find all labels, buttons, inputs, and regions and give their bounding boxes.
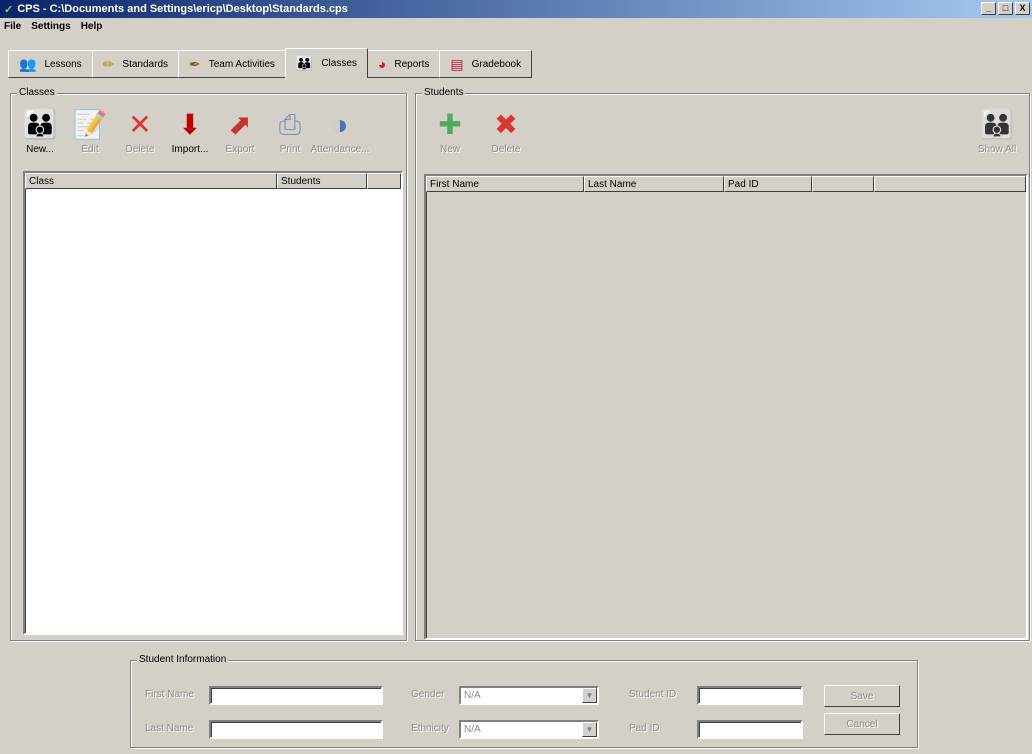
tab-lessons[interactable]: 👥 Lessons [8,50,93,78]
classes-group-label: Classes [17,87,57,98]
pencil-icon: ✏ [102,55,115,72]
last-name-field[interactable] [209,720,383,739]
student-id-label: Student ID [629,689,677,700]
new-class-icon: 👪 [22,109,58,140]
delete-x-icon: ✕ [128,109,152,140]
button-label: Export [225,144,255,155]
button-label: Delete [491,144,521,155]
column-header-empty [367,173,401,189]
tab-label: Classes [321,58,357,69]
app-icon: ✓ [4,3,14,16]
delete-class-button[interactable]: ✕ Delete [115,106,165,162]
classes-toolbar: 👪 New... 📝 Edit ✕ Delete ⬇ Import... ⬈ E… [15,106,370,162]
students-group-label: Students [422,87,466,98]
column-header-last-name[interactable]: Last Name [584,176,724,192]
ethnicity-label: Ethnicity [411,723,449,734]
students-list-header: First Name Last Name Pad ID [426,176,1026,192]
tab-label: Standards [122,58,169,70]
attendance-button[interactable]: ◑ Attendance... [311,106,370,162]
print-button[interactable]: ⎙ Print [265,106,315,162]
menu-settings[interactable]: Settings [31,21,70,32]
pad-id-label: Pad ID [629,723,660,734]
student-information-label: Student Information [137,654,229,665]
column-header-filler [874,176,1026,192]
minimize-button[interactable]: _ [981,2,996,15]
title-bar: ✓ CPS - C:\Documents and Settings\ericp\… [0,0,1032,18]
button-label: New... [26,144,54,155]
button-label: Print [279,144,301,155]
classes-list-header: Class Students [25,173,401,189]
menu-help[interactable]: Help [81,21,103,32]
tab-label: Team Activities [208,58,275,70]
first-name-field[interactable] [209,686,383,705]
gender-value: N/A [464,690,481,701]
new-class-button[interactable]: 👪 New... [15,106,65,162]
attendance-icon: ◑ [331,109,349,140]
student-id-field[interactable] [697,686,803,705]
tab-label: Gradebook [471,58,522,70]
edit-class-button[interactable]: 📝 Edit [65,106,115,162]
button-label: New [439,144,460,155]
export-icon: ⬈ [228,109,252,140]
gender-label: Gender [411,689,445,700]
menu-file[interactable]: File [4,21,21,32]
ethnicity-select[interactable]: N/A ▼ [459,720,599,739]
maximize-button[interactable]: □ [998,2,1013,15]
students-group: Students ✚ New ✖ Delete 👪 Show All First… [415,87,1030,641]
classes-group: Classes 👪 New... 📝 Edit ✕ Delete ⬇ Impor… [10,87,407,641]
column-header-pad-id[interactable]: Pad ID [724,176,812,192]
menu-bar: File Settings Help [0,18,1032,34]
tab-label: Lessons [44,58,82,70]
lessons-icon: 👥 [19,55,37,72]
gradebook-icon: ▤ [450,55,464,72]
import-icon: ⬇ [178,109,202,140]
window-controls: _ □ X [981,2,1030,15]
button-label: Attendance... [310,144,370,155]
tab-team-activities[interactable]: ✒ Team Activities [178,50,286,78]
button-label: Import... [171,144,209,155]
gender-select[interactable]: N/A ▼ [459,686,599,705]
students-toolbar: ✚ New ✖ Delete [422,106,534,162]
column-header-empty [812,176,874,192]
column-header-first-name[interactable]: First Name [426,176,584,192]
close-button[interactable]: X [1015,2,1030,15]
last-name-label: Last Name [145,723,194,734]
printer-icon: ⎙ [278,109,302,140]
chevron-down-icon[interactable]: ▼ [582,688,597,703]
new-student-icon: ✚ [438,109,462,140]
button-label: Edit [81,144,99,155]
edit-icon: 📝 [72,109,108,140]
column-header-students[interactable]: Students [277,173,367,189]
students-list[interactable]: First Name Last Name Pad ID [424,174,1028,640]
pad-id-field[interactable] [697,720,803,739]
tab-strip: 👥 Lessons ✏ Standards ✒ Team Activities … [8,48,533,78]
show-all-button[interactable]: 👪 Show All [969,106,1025,162]
tab-standards[interactable]: ✏ Standards [91,50,180,78]
tab-reports[interactable]: ◕ Reports [366,50,441,78]
tab-label: Reports [394,58,430,70]
brush-icon: ✒ [189,55,201,72]
cancel-button[interactable]: Cancel [824,713,900,735]
chart-icon: ◕ [377,56,387,72]
tab-gradebook[interactable]: ▤ Gradebook [439,50,533,78]
student-information-group: Student Information First Name Last Name… [130,654,918,748]
column-header-class[interactable]: Class [25,173,277,189]
save-button[interactable]: Save [824,685,900,707]
button-label: Show All [977,144,1017,155]
window-title: CPS - C:\Documents and Settings\ericp\De… [17,3,348,15]
button-label: Delete [125,144,155,155]
delete-student-icon: ✖ [494,109,518,140]
tab-classes[interactable]: 👪 Classes [284,48,368,78]
ethnicity-value: N/A [464,724,481,735]
show-all-icon: 👪 [979,109,1015,140]
people-icon: 👪 [295,55,314,71]
import-button[interactable]: ⬇ Import... [165,106,215,162]
classes-list[interactable]: Class Students [23,171,403,635]
chevron-down-icon[interactable]: ▼ [582,722,597,737]
export-button[interactable]: ⬈ Export [215,106,265,162]
first-name-label: First Name [145,689,194,700]
delete-student-button[interactable]: ✖ Delete [478,106,534,162]
new-student-button[interactable]: ✚ New [422,106,478,162]
